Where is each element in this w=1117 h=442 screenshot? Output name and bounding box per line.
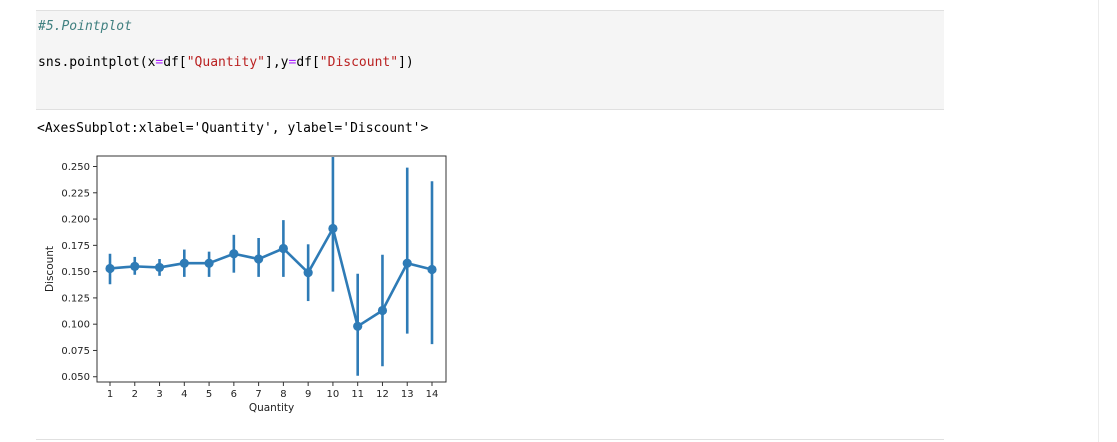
y-tick-label: 0.225 [61, 188, 90, 199]
x-tick-label: 6 [231, 389, 237, 400]
y-tick-label: 0.200 [61, 215, 90, 226]
data-point [353, 321, 363, 331]
data-point [179, 258, 189, 268]
x-tick-label: 8 [280, 389, 286, 400]
data-point [154, 262, 165, 273]
cell-divider [36, 439, 944, 440]
x-tick-label: 12 [376, 389, 389, 400]
data-point [105, 263, 115, 274]
x-tick-label: 14 [426, 389, 439, 400]
y-tick-label: 0.250 [61, 162, 90, 173]
data-point [328, 223, 338, 234]
data-point [278, 243, 288, 254]
x-tick-label: 1 [107, 389, 113, 400]
x-tick-label: 7 [255, 389, 261, 400]
y-tick-label: 0.175 [61, 241, 90, 252]
y-tick-label: 0.150 [61, 267, 90, 278]
data-point [130, 261, 140, 271]
data-point [254, 254, 264, 264]
x-axis-label: Quantity [249, 402, 294, 414]
x-tick-label: 4 [181, 389, 187, 400]
x-tick-label: 3 [156, 389, 162, 400]
vertical-scrollbar[interactable] [1098, 0, 1117, 442]
data-point [229, 249, 239, 259]
data-point [427, 264, 437, 275]
pointplot-chart: 0.050 0.075 0.100 0.125 0.150 0.175 0.200 0.225… [44, 155, 447, 414]
y-axis-label: Discount [44, 246, 56, 292]
x-tick-label: 2 [132, 389, 138, 400]
plot-frame [96, 155, 447, 383]
x-tick-label: 5 [206, 389, 212, 400]
y-tick-label: 0.125 [61, 293, 90, 304]
y-tick-label: 0.100 [61, 320, 90, 331]
x-tick-label: 11 [351, 389, 364, 400]
data-point [377, 305, 388, 316]
x-tick-label: 9 [305, 389, 311, 400]
y-tick-label: 0.075 [61, 346, 90, 357]
data-point [303, 268, 313, 278]
y-tick-label: 0.050 [61, 372, 90, 383]
data-point [402, 258, 412, 268]
x-tick-label: 10 [327, 389, 340, 400]
x-tick-label: 13 [401, 389, 414, 400]
data-point [204, 258, 214, 268]
